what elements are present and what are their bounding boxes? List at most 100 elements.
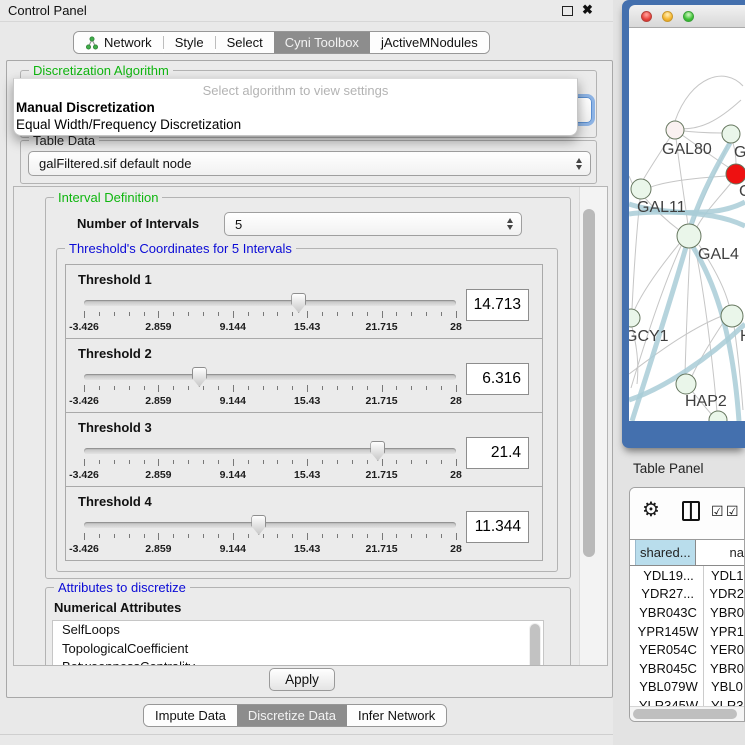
attributes-group: Attributes to discretize Numerical Attri… [45,587,571,666]
tab-style[interactable]: Style [164,32,215,53]
network-node-hap2[interactable] [676,374,696,394]
tick-mark [158,311,159,318]
cell-shared-name: YDR27... [635,586,700,601]
checkbox-icon[interactable]: ☑ [726,504,739,518]
table-row[interactable]: YDL19...YDL1 [630,566,744,585]
network-node-gal80[interactable] [666,121,684,139]
numerical-attributes-list[interactable]: SelfLoopsTopologicalCoefficientBetweenne… [52,620,544,666]
table-data-combobox[interactable]: galFiltered.sif default node [28,151,591,176]
threshold-slider[interactable]: -3.4262.8599.14415.4321.71528 [84,439,456,485]
tick-mark [203,460,204,464]
threshold-slider[interactable]: -3.4262.8599.14415.4321.71528 [84,291,456,337]
table-row[interactable]: YDR27...YDR2 [630,585,744,604]
scrollbar-thumb[interactable] [530,624,540,666]
slider-thumb[interactable] [192,367,207,387]
list-scrollbar[interactable] [529,623,541,666]
slider-track [84,448,456,454]
scrollbar-thumb[interactable] [633,709,737,719]
network-node-gcy1[interactable] [629,309,640,327]
threshold-slider[interactable]: -3.4262.8599.14415.4321.71528 [84,513,456,559]
tab-jactivemnodules[interactable]: jActiveMNodules [370,32,489,53]
tab-select[interactable]: Select [216,32,274,53]
tick-mark [411,312,412,316]
network-icon [85,36,99,50]
table-row[interactable]: YBL079WYBL0 [630,678,744,697]
group-title: Interval Definition [54,190,162,205]
close-icon[interactable]: ✖ [582,2,593,18]
tab-network[interactable]: Network [74,32,163,53]
network-canvas[interactable]: GAL80GACGAL11GAL4GCY1HHAP2 [629,28,745,421]
tick-label: 15.43 [294,395,320,407]
tick-mark [396,312,397,316]
apply-button[interactable]: Apply [269,668,335,691]
tick-mark [233,385,234,392]
threshold-value-field[interactable]: 11.344 [466,511,529,543]
number-of-intervals-combobox[interactable]: 5 [224,212,522,236]
cell-shared-name: YBL079W [635,679,702,694]
network-node-c[interactable] [726,164,745,184]
tab-cyni-toolbox[interactable]: Cyni Toolbox [274,32,370,53]
table-row[interactable]: YER054CYER0 [630,640,744,659]
dropdown-option-manual-discretization[interactable]: Manual Discretization [16,100,155,115]
column-header-name[interactable]: na [696,540,744,565]
tick-mark [441,460,442,464]
table-row[interactable]: YPR145WYPR1 [630,622,744,641]
tick-label: 28 [450,543,462,555]
network-node-ga[interactable] [722,125,740,143]
columns-icon[interactable] [682,501,700,521]
tab-infer-network[interactable]: Infer Network [347,705,446,726]
tab-discretize-data[interactable]: Discretize Data [237,705,347,726]
interval-definition-group: Interval Definition Number of Intervals … [45,197,571,579]
tab-impute-data[interactable]: Impute Data [144,705,237,726]
tick-mark [426,312,427,316]
network-node-h[interactable] [721,305,743,327]
tick-mark [248,534,249,538]
tick-mark [188,386,189,390]
network-edge[interactable] [685,248,690,375]
minimize-button[interactable] [662,11,673,22]
scrollbar-thumb[interactable] [583,209,595,557]
tick-mark [337,534,338,538]
tick-mark [352,460,353,464]
threshold-value-field[interactable]: 14.713 [466,289,529,321]
attribute-list-item[interactable]: TopologicalCoefficient [53,640,543,659]
slider-thumb[interactable] [251,515,266,535]
close-button[interactable] [641,11,652,22]
network-node[interactable] [709,411,727,421]
zoom-button[interactable] [683,11,694,22]
float-icon[interactable] [562,6,573,16]
attribute-list-item[interactable]: SelfLoops [53,621,543,640]
cyni-mode-tab-bar: Impute Data Discretize Data Infer Networ… [143,704,447,727]
network-node-gal11[interactable] [631,179,651,199]
checkbox-icon[interactable]: ☑ [711,504,724,518]
tick-mark [367,312,368,316]
network-edge[interactable] [651,176,726,187]
network-edge[interactable] [675,76,743,121]
tick-mark [99,312,100,316]
tick-mark [322,312,323,316]
dropdown-option-equal-width-frequency[interactable]: Equal Width/Frequency Discretization [16,117,241,132]
panel-scrollbar[interactable] [579,187,608,666]
column-header-shared-name[interactable]: shared... [635,540,696,565]
node-label: GA [734,144,745,161]
slider-thumb[interactable] [291,293,306,313]
tick-mark [218,534,219,538]
tick-mark [352,534,353,538]
table-row[interactable]: YBR045CYBR0 [630,659,744,678]
slider-thumb[interactable] [370,441,385,461]
gear-icon[interactable]: ⚙ [642,499,660,521]
tick-label: 15.43 [294,469,320,481]
table-row[interactable]: YBR043CYBR0 [630,603,744,622]
threshold-value-field[interactable]: 6.316 [466,363,529,395]
tick-mark [441,534,442,538]
network-edge[interactable] [675,100,741,129]
tick-mark [218,460,219,464]
network-node-gal4[interactable] [677,224,701,248]
table-panel-title: Table Panel [633,461,704,476]
cell-name: YBR0 [701,605,744,620]
attribute-list-item[interactable]: BetweennessCentrality [53,658,543,666]
threshold-slider[interactable]: -3.4262.8599.14415.4321.71528 [84,365,456,411]
table-hscrollbar[interactable] [630,706,744,721]
threshold-value-field[interactable]: 21.4 [466,437,529,469]
table-row[interactable]: YLR345WYLR3 [630,696,744,706]
